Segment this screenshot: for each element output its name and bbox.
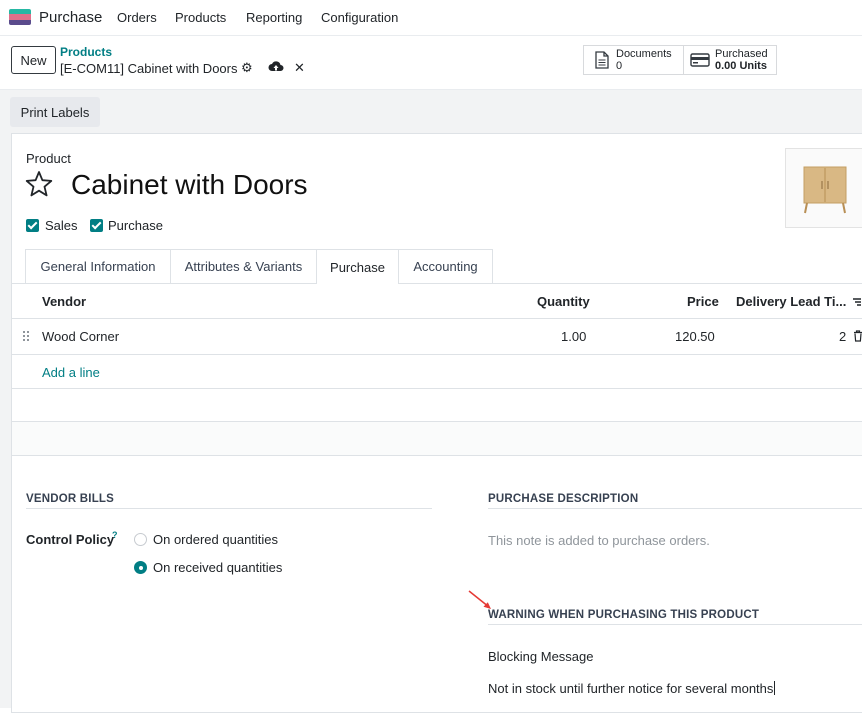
empty-table-row — [12, 422, 862, 455]
warning-message-field[interactable]: Not in stock until further notice for se… — [488, 681, 776, 696]
warning-title: WARNING WHEN PURCHASING THIS PRODUCT — [488, 609, 760, 621]
col-price[interactable]: Price — [687, 294, 719, 309]
trash-icon[interactable] — [853, 330, 862, 342]
product-image[interactable] — [785, 148, 862, 228]
purchase-description-title: PURCHASE DESCRIPTION — [488, 493, 639, 505]
menu-configuration[interactable]: Configuration — [321, 10, 398, 25]
menu-orders[interactable]: Orders — [117, 10, 157, 25]
menu-reporting[interactable]: Reporting — [246, 10, 302, 25]
favorite-star-icon[interactable] — [25, 170, 53, 198]
purchase-description-field[interactable]: This note is added to purchase orders. — [488, 533, 710, 548]
purchased-value: 0.00 Units — [715, 60, 767, 72]
warning-message-text: Not in stock until further notice for se… — [488, 681, 774, 696]
drag-handle-icon[interactable] — [23, 331, 31, 343]
help-tooltip-icon[interactable]: ? — [112, 530, 118, 540]
top-navbar: Purchase Orders Products Reporting Confi… — [0, 0, 862, 36]
cell-vendor[interactable]: Wood Corner — [42, 329, 119, 344]
tab-attributes-variants[interactable]: Attributes & Variants — [170, 249, 317, 283]
cabinet-image — [803, 166, 847, 214]
tab-general-information[interactable]: General Information — [25, 249, 171, 283]
vendor-bills-title: VENDOR BILLS — [26, 493, 115, 505]
app-name[interactable]: Purchase — [39, 9, 102, 26]
vendor-bills-divider — [26, 508, 432, 509]
add-a-line-link[interactable]: Add a line — [42, 365, 100, 380]
table-row-divider — [12, 388, 862, 389]
cell-quantity[interactable]: 1.00 — [561, 329, 586, 344]
new-button[interactable]: New — [11, 46, 56, 74]
product-name[interactable]: Cabinet with Doors — [71, 169, 308, 201]
table-header-divider — [12, 318, 862, 319]
col-vendor[interactable]: Vendor — [42, 294, 86, 309]
warning-divider — [488, 624, 862, 625]
cell-price[interactable]: 120.50 — [675, 329, 715, 344]
purchased-label: Purchased — [715, 48, 768, 60]
breadcrumb-current: [E-COM11] Cabinet with Doors — [60, 61, 238, 76]
control-panel: New Products [E-COM11] Cabinet with Door… — [0, 36, 862, 90]
menu-products[interactable]: Products — [175, 10, 226, 25]
purchase-app-icon[interactable] — [9, 9, 31, 25]
text-cursor — [774, 681, 776, 695]
purchase-label: Purchase — [108, 218, 163, 233]
purchase-checkbox[interactable] — [90, 219, 103, 232]
documents-value: 0 — [616, 60, 623, 72]
col-delivery-lead-time[interactable]: Delivery Lead Ti... — [736, 294, 846, 309]
radio-received-quantities[interactable] — [134, 561, 147, 574]
product-label: Product — [26, 151, 71, 166]
documents-stat-button[interactable]: Documents 0 — [583, 45, 684, 75]
control-policy-label: Control Policy — [26, 532, 115, 547]
warning-level-select[interactable]: Blocking Message — [488, 649, 594, 664]
document-icon — [595, 51, 609, 69]
optional-columns-icon[interactable] — [852, 296, 862, 308]
gear-icon[interactable]: ⚙ — [241, 60, 253, 76]
received-quantities-label[interactable]: On received quantities — [153, 560, 282, 575]
tabs-divider — [12, 283, 862, 284]
documents-label: Documents — [616, 48, 672, 60]
col-quantity[interactable]: Quantity — [537, 294, 590, 309]
table-bottom-divider — [12, 455, 862, 456]
table-row-divider — [12, 354, 862, 355]
tab-purchase[interactable]: Purchase — [316, 249, 399, 284]
cell-lead-time[interactable]: 2 — [839, 329, 846, 344]
sales-checkbox[interactable] — [26, 219, 39, 232]
purchased-stat-button[interactable]: Purchased 0.00 Units — [683, 45, 777, 75]
credit-card-icon — [690, 53, 710, 67]
radio-ordered-quantities[interactable] — [134, 533, 147, 546]
table-row-divider — [12, 421, 862, 422]
ordered-quantities-label[interactable]: On ordered quantities — [153, 532, 278, 547]
breadcrumb-products-link[interactable]: Products — [60, 45, 112, 59]
print-labels-button[interactable]: Print Labels — [10, 97, 100, 127]
purchase-description-divider — [488, 508, 862, 509]
tab-accounting[interactable]: Accounting — [398, 249, 493, 283]
cloud-upload-icon[interactable] — [268, 60, 284, 77]
discard-icon[interactable]: ✕ — [294, 60, 305, 76]
sales-label: Sales — [45, 218, 78, 233]
